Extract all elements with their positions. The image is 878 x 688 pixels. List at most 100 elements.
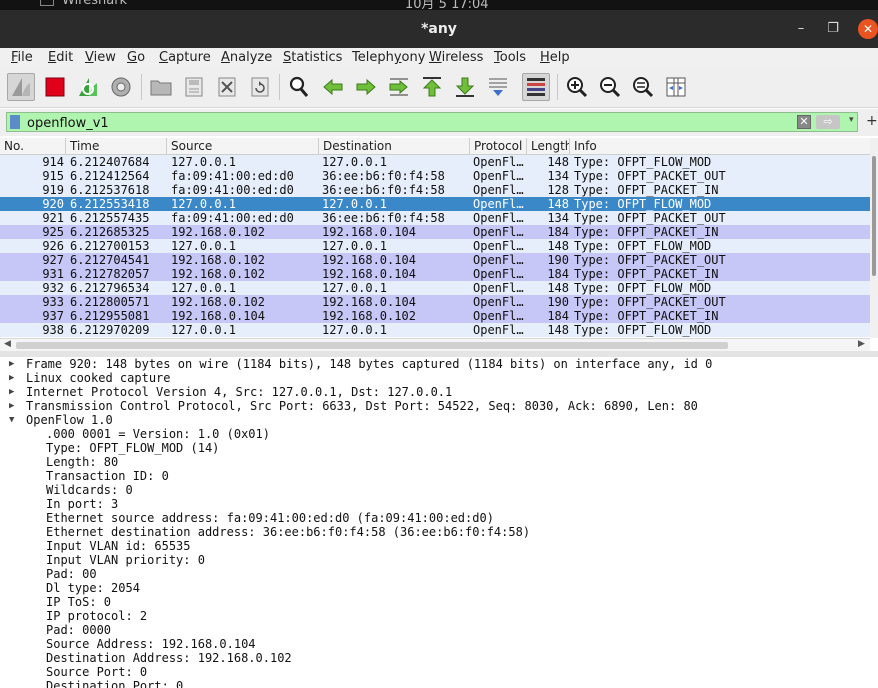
tree-leaf[interactable]: Type: OFPT_FLOW_MOD (14): [0, 441, 878, 455]
table-row[interactable]: 933 6.212800571 192.168.0.102 192.168.0.104…: [0, 295, 870, 309]
table-row[interactable]: 931 6.212782057 192.168.0.102 192.168.0.104…: [0, 267, 870, 281]
tree-item-label: IP ToS: 0: [46, 595, 112, 609]
start-capture-button[interactable]: [7, 73, 35, 101]
scroll-left-icon[interactable]: ◀: [4, 339, 11, 349]
tree-leaf[interactable]: .000 0001 = Version: 1.0 (0x01): [0, 427, 878, 441]
tree-leaf[interactable]: Pad: 0000: [0, 623, 878, 637]
tree-leaf[interactable]: IP ToS: 0: [0, 595, 878, 609]
scrollbar-thumb[interactable]: [16, 342, 728, 349]
collapsed-arrow-icon[interactable]: ▶: [9, 371, 19, 385]
tree-node[interactable]: ▶ Internet Protocol Version 4, Src: 127.0…: [0, 385, 878, 399]
go-last-button[interactable]: [451, 73, 479, 101]
tree-node[interactable]: ▶ Linux cooked capture: [0, 371, 878, 385]
cell-src: 192.168.0.102: [171, 253, 265, 267]
tree-leaf[interactable]: In port: 3: [0, 497, 878, 511]
stop-capture-button[interactable]: [41, 73, 69, 101]
scrollbar-thumb[interactable]: [872, 156, 876, 276]
display-filter-input[interactable]: [27, 115, 787, 131]
menu-telephony[interactable]: Telephyony: [352, 50, 425, 65]
table-row[interactable]: 938 6.212970209 127.0.0.1 127.0.0.1 OpenFl… 1…: [0, 323, 870, 337]
tree-node[interactable]: ▶ Frame 920: 148 bytes on wire (1184 bits…: [0, 357, 878, 371]
table-row-selected[interactable]: 920 6.212553418 127.0.0.1 127.0.0.1 OpenFl… 1…: [0, 197, 870, 211]
find-packet-button[interactable]: [285, 73, 313, 101]
table-row[interactable]: 937 6.212955081 192.168.0.104 192.168.0.102…: [0, 309, 870, 323]
go-to-packet-button[interactable]: [385, 73, 413, 101]
table-row[interactable]: 925 6.212685325 192.168.0.102 192.168.0.104…: [0, 225, 870, 239]
tree-leaf[interactable]: Dl type: 2054: [0, 581, 878, 595]
system-clock[interactable]: 10月 5 17:04: [405, 0, 489, 10]
system-app-name[interactable]: Wireshark: [62, 0, 127, 8]
collapsed-arrow-icon[interactable]: ▶: [9, 399, 19, 413]
table-row[interactable]: 915 6.212412564 fa:09:41:00:ed:d0 36:ee:b6:…: [0, 169, 870, 183]
tree-leaf[interactable]: Transaction ID: 0: [0, 469, 878, 483]
capture-options-button[interactable]: [107, 73, 135, 101]
tree-node[interactable]: ▶ Transmission Control Protocol, Src Port…: [0, 399, 878, 413]
menu-help[interactable]: Help: [540, 50, 570, 65]
packet-list-horizontal-scrollbar[interactable]: ◀ ▶: [0, 338, 870, 351]
tree-leaf[interactable]: Source Address: 192.168.0.104: [0, 637, 878, 651]
filter-history-dropdown-icon[interactable]: ▾: [849, 115, 854, 125]
reload-file-button[interactable]: [246, 73, 274, 101]
menu-go[interactable]: Go: [127, 50, 145, 65]
collapsed-arrow-icon[interactable]: ▶: [9, 357, 19, 371]
column-header-destination[interactable]: Destination: [319, 138, 470, 155]
table-row[interactable]: 914 6.212407684 127.0.0.1 127.0.0.1 OpenFl… 1…: [0, 155, 870, 169]
tree-leaf[interactable]: Pad: 00: [0, 567, 878, 581]
tree-leaf[interactable]: Destination Address: 192.168.0.102: [0, 651, 878, 665]
table-row[interactable]: 927 6.212704541 192.168.0.102 192.168.0.104…: [0, 253, 870, 267]
packet-list-vertical-scrollbar[interactable]: [870, 138, 878, 338]
table-row[interactable]: 921 6.212557435 fa:09:41:00:ed:d0 36:ee:b6:…: [0, 211, 870, 225]
zoom-out-button[interactable]: [596, 73, 624, 101]
zoom-normal-button[interactable]: [629, 73, 657, 101]
save-file-button[interactable]: [180, 73, 208, 101]
menu-analyze[interactable]: Analyze: [221, 50, 272, 65]
colorize-button[interactable]: [522, 73, 550, 101]
menu-wireless[interactable]: Wireless: [429, 50, 483, 65]
scroll-right-icon[interactable]: ▶: [858, 339, 865, 349]
minimize-button[interactable]: –: [791, 19, 811, 39]
menu-capture[interactable]: Capture: [159, 50, 211, 65]
column-header-protocol[interactable]: Protocol: [470, 138, 527, 155]
menu-statistics[interactable]: Statistics: [283, 50, 342, 65]
table-row[interactable]: 919 6.212537618 fa:09:41:00:ed:d0 36:ee:b6:…: [0, 183, 870, 197]
tree-leaf[interactable]: IP protocol: 2: [0, 609, 878, 623]
tree-leaf[interactable]: Wildcards: 0: [0, 483, 878, 497]
table-row[interactable]: 926 6.212700153 127.0.0.1 127.0.0.1 OpenFl… 1…: [0, 239, 870, 253]
bookmark-icon[interactable]: [10, 115, 20, 129]
open-file-button[interactable]: [147, 73, 175, 101]
menu-edit[interactable]: Edit: [48, 50, 73, 65]
close-file-button[interactable]: [213, 73, 241, 101]
table-row[interactable]: 932 6.212796534 127.0.0.1 127.0.0.1 OpenFl… 1…: [0, 281, 870, 295]
go-first-button[interactable]: [418, 73, 446, 101]
auto-scroll-button[interactable]: [484, 73, 512, 101]
restart-capture-button[interactable]: [74, 73, 102, 101]
menu-view[interactable]: View: [85, 50, 116, 65]
menu-tools[interactable]: Tools: [494, 50, 526, 65]
tree-node[interactable]: ▼ OpenFlow 1.0: [0, 413, 878, 427]
column-header-time[interactable]: Time: [66, 138, 167, 155]
tree-leaf[interactable]: Ethernet destination address: 36:ee:b6:f…: [0, 525, 878, 539]
tree-leaf[interactable]: Length: 80: [0, 455, 878, 469]
menu-file[interactable]: File: [11, 50, 33, 65]
tree-leaf[interactable]: Destination Port: 0: [0, 679, 878, 688]
go-forward-button[interactable]: [352, 73, 380, 101]
apply-filter-icon[interactable]: ⇨: [816, 115, 840, 129]
resize-columns-button[interactable]: [662, 73, 690, 101]
maximize-button[interactable]: ❐: [823, 19, 843, 39]
expanded-arrow-icon[interactable]: ▼: [9, 413, 19, 427]
column-header-info[interactable]: Info: [570, 138, 870, 155]
add-filter-button-icon[interactable]: +: [866, 113, 878, 129]
tree-leaf[interactable]: Input VLAN id: 65535: [0, 539, 878, 553]
go-back-button[interactable]: [319, 73, 347, 101]
clear-filter-icon[interactable]: ✕: [797, 115, 811, 129]
close-window-button[interactable]: ✕: [858, 19, 878, 39]
column-header-no[interactable]: No.: [0, 138, 66, 155]
collapsed-arrow-icon[interactable]: ▶: [9, 385, 19, 399]
tree-leaf[interactable]: Source Port: 0: [0, 665, 878, 679]
zoom-in-button[interactable]: [563, 73, 591, 101]
column-header-length[interactable]: Length: [527, 138, 570, 155]
tree-leaf[interactable]: Ethernet source address: fa:09:41:00:ed:…: [0, 511, 878, 525]
cell-no: 920: [42, 197, 64, 211]
column-header-source[interactable]: Source: [167, 138, 319, 155]
tree-leaf[interactable]: Input VLAN priority: 0: [0, 553, 878, 567]
